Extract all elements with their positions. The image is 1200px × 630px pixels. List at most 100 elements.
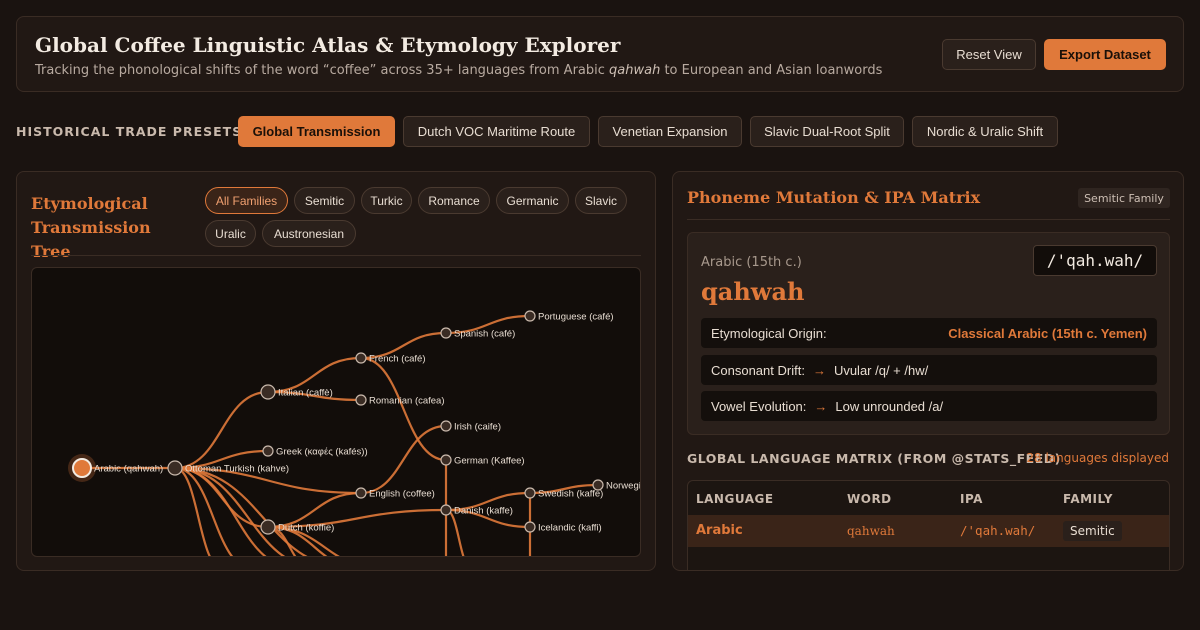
tree-edge-english-irish (360, 424, 447, 495)
ipa-display: /'qah.wah/ (1033, 245, 1157, 276)
tree-node-french[interactable]: French (café) (355, 352, 426, 365)
tree-node-dot[interactable] (524, 521, 536, 533)
cell-language: Arabic (696, 523, 743, 538)
subtitle-emphasis: qahwah (609, 63, 661, 78)
tree-node-portuguese[interactable]: Portuguese (café) (524, 310, 614, 323)
th-ipa[interactable]: IPA (960, 492, 983, 506)
th-language[interactable]: LANGUAGE (696, 492, 774, 506)
tree-node-dot[interactable] (440, 420, 452, 432)
arrow-right-icon: → (812, 362, 826, 378)
tree-edge-ottoman-italian (174, 390, 269, 470)
tree-node-dutch[interactable]: Dutch (koffie) (260, 519, 334, 535)
preset-global-transmission[interactable]: Global Transmission (238, 116, 395, 147)
arrow-right-icon: → (814, 398, 828, 414)
tree-node-romanian[interactable]: Romanian (cafea) (355, 394, 445, 407)
th-family[interactable]: FAMILY (1063, 492, 1113, 506)
tree-canvas[interactable]: Arabic (qahwah) Ottoman Turkish (kahve) It… (31, 267, 641, 557)
tree-node-label: Arabic (qahwah) (94, 464, 163, 475)
tree-node-dot[interactable] (592, 479, 604, 491)
tree-node-irish[interactable]: Irish (caife) (440, 420, 501, 433)
language-table: LANGUAGE WORD IPA FAMILY Arabic qahwah /… (687, 480, 1170, 570)
tree-node-dot[interactable] (440, 454, 452, 466)
tree-node-german[interactable]: German (Kaffee) (440, 454, 525, 467)
tree-node-dot[interactable] (355, 352, 367, 364)
tree-node-arabic[interactable]: Arabic (qahwah) (72, 458, 163, 478)
tree-node-dot[interactable] (355, 394, 367, 406)
era-label: Arabic (15th c.) (701, 255, 802, 270)
transmission-tree-graph[interactable]: Arabic (qahwah) Ottoman Turkish (kahve) It… (32, 268, 641, 557)
tree-node-dot[interactable] (260, 519, 276, 535)
filter-germanic[interactable]: Germanic (496, 187, 569, 214)
page-title: Global Coffee Linguistic Atlas & Etymolo… (35, 33, 621, 57)
tree-node-dot[interactable] (524, 310, 536, 322)
page-subtitle: Tracking the phonological shifts of the … (35, 63, 882, 78)
phoneme-matrix-panel: Phoneme Mutation & IPA Matrix Semitic Fa… (672, 171, 1184, 571)
phoneme-detail-card: Arabic (15th c.) qahwah /'qah.wah/ Etymo… (687, 232, 1170, 435)
tree-edge-offscreen-1 (174, 466, 234, 556)
filter-semitic[interactable]: Semitic (294, 187, 355, 214)
origin-value: Classical Arabic (15th c. Yemen) (948, 325, 1147, 341)
tree-node-label: Greek (καφές (kafés)) (276, 447, 368, 458)
tree-node-dot[interactable] (440, 327, 452, 339)
tree-node-label: Danish (kaffe) (454, 506, 513, 517)
vowel-row: Vowel Evolution: → Low unrounded /a/ (701, 391, 1157, 421)
tree-node-label: Romanian (cafea) (369, 396, 445, 407)
tree-node-label: Irish (caife) (454, 422, 501, 433)
tree-node-norwegian[interactable]: Norwegian (kaffe) (592, 479, 641, 492)
tree-node-label: German (Kaffee) (454, 456, 525, 467)
tree-node-label: Portuguese (café) (538, 312, 614, 323)
tree-node-icelandic[interactable]: Icelandic (kaffi) (524, 521, 602, 534)
tree-node-ottoman[interactable]: Ottoman Turkish (kahve) (167, 460, 289, 476)
cell-family: Semitic (1063, 521, 1122, 541)
tree-divider (31, 255, 641, 256)
tree-node-label: Swedish (kaffe) (538, 489, 603, 500)
app-header: Global Coffee Linguistic Atlas & Etymolo… (16, 16, 1184, 92)
global-matrix-label: GLOBAL LANGUAGE MATRIX (FROM @STATS_FEED… (687, 451, 1061, 466)
tree-node-dot[interactable] (524, 487, 536, 499)
tree-node-label: English (coffee) (369, 489, 435, 500)
preset-nordic-uralic[interactable]: Nordic & Uralic Shift (912, 116, 1058, 147)
matrix-divider (687, 219, 1170, 220)
tree-node-label: Spanish (café) (454, 329, 515, 340)
th-word[interactable]: WORD (847, 492, 892, 506)
tree-node-english[interactable]: English (coffee) (355, 487, 435, 500)
cell-ipa: /'qah.wah/ (960, 523, 1036, 538)
tree-node-dot[interactable] (72, 458, 92, 478)
tree-panel-title: Etymological Transmission Tree (31, 194, 151, 261)
origin-label: Etymological Origin: (711, 325, 827, 341)
filter-uralic[interactable]: Uralic (205, 220, 256, 247)
filter-all-families[interactable]: All Families (205, 187, 288, 214)
tree-node-dot[interactable] (167, 460, 183, 476)
filter-romance[interactable]: Romance (418, 187, 490, 214)
tree-node-dot[interactable] (260, 384, 276, 400)
vowel-value: Low unrounded /a/ (835, 398, 944, 414)
selected-word: qahwah (701, 277, 805, 306)
table-row[interactable]: Arabic qahwah /'qah.wah/ Semitic (688, 515, 1169, 547)
tree-node-label: Dutch (koffie) (278, 523, 334, 534)
preset-slavic[interactable]: Slavic Dual-Root Split (750, 116, 904, 147)
filter-turkic[interactable]: Turkic (361, 187, 412, 214)
subtitle-text-end: to European and Asian loanwords (660, 63, 883, 78)
tree-node-greek[interactable]: Greek (καφές (kafés)) (262, 445, 368, 458)
tree-edge-offscreen-4 (174, 466, 308, 556)
reset-view-button[interactable]: Reset View (942, 39, 1036, 70)
presets-label: HISTORICAL TRADE PRESETS: (16, 124, 249, 139)
preset-venetian[interactable]: Venetian Expansion (598, 116, 742, 147)
origin-row: Etymological Origin: Classical Arabic (1… (701, 318, 1157, 348)
tree-node-label: French (café) (369, 354, 426, 365)
languages-count: 28 languages displayed (1026, 451, 1169, 465)
preset-dutch-voc[interactable]: Dutch VOC Maritime Route (403, 116, 590, 147)
cell-word: qahwah (847, 524, 895, 538)
etymology-tree-panel: Etymological Transmission Tree All Famil… (16, 171, 656, 571)
tree-node-dot[interactable] (262, 445, 274, 457)
tree-node-label: Norwegian (kaffe) (606, 481, 641, 492)
vowel-label: Vowel Evolution: (711, 398, 807, 414)
matrix-panel-title: Phoneme Mutation & IPA Matrix (687, 188, 981, 207)
filter-austronesian[interactable]: Austronesian (262, 220, 356, 247)
tree-node-dot[interactable] (355, 487, 367, 499)
consonant-row: Consonant Drift: → Uvular /q/ + /hw/ (701, 355, 1157, 385)
tree-node-italian[interactable]: Italian (caffè) (260, 384, 333, 400)
tree-node-dot[interactable] (440, 504, 452, 516)
export-dataset-button[interactable]: Export Dataset (1044, 39, 1166, 70)
filter-slavic[interactable]: Slavic (575, 187, 627, 214)
